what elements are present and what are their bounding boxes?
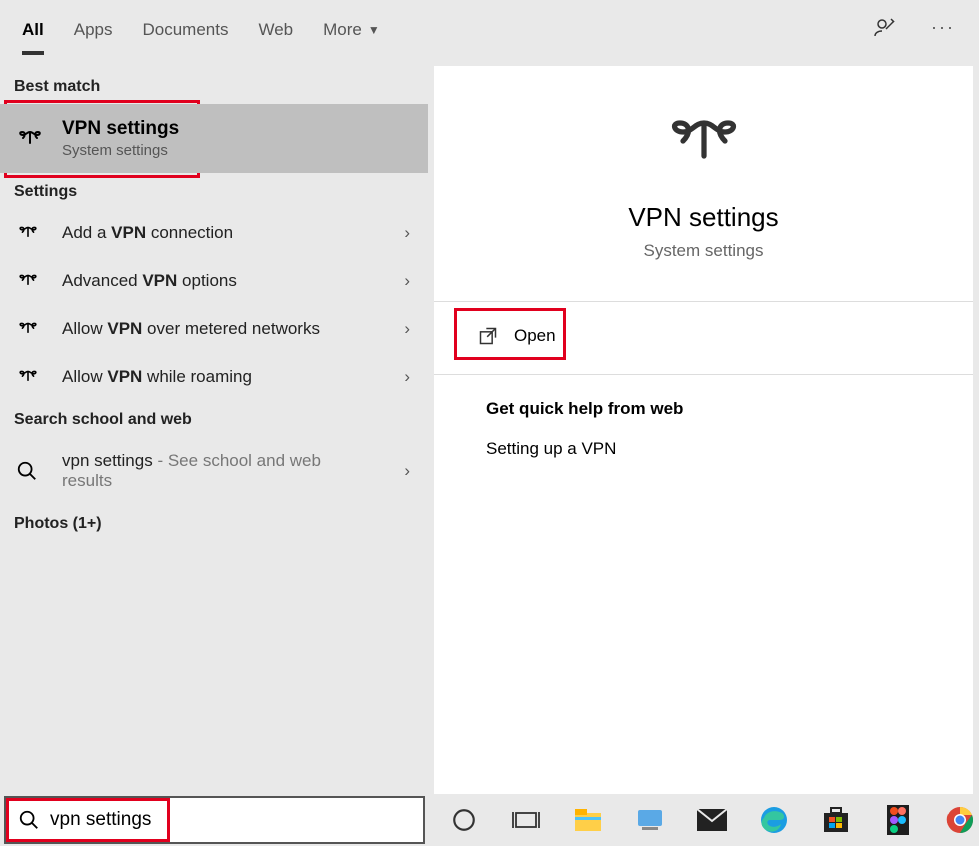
open-label: Open xyxy=(514,326,556,346)
more-options-icon[interactable]: ··· xyxy=(929,14,957,42)
preview-title: VPN settings xyxy=(628,202,778,233)
settings-item-roaming[interactable]: Allow VPN while roaming › xyxy=(0,353,428,401)
results-panel: Best match VPN settings System settings … xyxy=(0,56,428,794)
vpn-icon xyxy=(16,321,44,337)
section-settings: Settings xyxy=(0,173,428,209)
edge-icon[interactable] xyxy=(759,805,789,835)
open-icon xyxy=(478,326,498,346)
settings-item-advanced-options[interactable]: Advanced VPN options › xyxy=(0,257,428,305)
open-button[interactable]: Open xyxy=(454,310,580,362)
chevron-right-icon: › xyxy=(404,319,410,339)
task-view-icon[interactable] xyxy=(511,805,541,835)
settings-item-add-connection[interactable]: Add a VPN connection › xyxy=(0,209,428,257)
web-search-item[interactable]: vpn settings - See school and web result… xyxy=(0,437,428,505)
chevron-right-icon: › xyxy=(404,223,410,243)
cortana-icon[interactable] xyxy=(449,805,479,835)
chevron-right-icon: › xyxy=(404,461,410,481)
best-match-subtitle: System settings xyxy=(62,142,179,159)
file-explorer-icon[interactable] xyxy=(573,805,603,835)
search-icon xyxy=(18,809,40,831)
tab-apps[interactable]: Apps xyxy=(74,0,113,55)
microsoft-store-icon[interactable] xyxy=(821,805,851,835)
preview-subtitle: System settings xyxy=(644,241,764,261)
section-school-web: Search school and web xyxy=(0,401,428,437)
taskbar-search[interactable] xyxy=(4,796,425,844)
best-match-title: VPN settings xyxy=(62,118,179,140)
chevron-right-icon: › xyxy=(404,367,410,387)
filter-tabs: All Apps Documents Web More▼ ··· xyxy=(0,0,979,56)
chrome-icon[interactable] xyxy=(945,805,975,835)
mail-icon[interactable] xyxy=(697,805,727,835)
section-photos: Photos (1+) xyxy=(0,505,428,541)
section-best-match: Best match xyxy=(0,68,428,104)
tab-all[interactable]: All xyxy=(22,0,44,55)
chevron-right-icon: › xyxy=(404,271,410,291)
quick-help-header: Get quick help from web xyxy=(486,399,683,419)
taskbar xyxy=(0,794,979,846)
vpn-icon xyxy=(16,225,44,241)
app-icon-generic[interactable] xyxy=(635,805,665,835)
vpn-icon xyxy=(16,273,44,289)
vpn-icon-large xyxy=(662,114,746,174)
tab-more[interactable]: More▼ xyxy=(323,0,380,55)
tab-web[interactable]: Web xyxy=(258,0,293,55)
preview-panel: VPN settings System settings Open Get qu… xyxy=(434,66,973,794)
search-input[interactable] xyxy=(50,809,423,831)
vpn-icon xyxy=(16,369,44,385)
vpn-icon xyxy=(16,129,44,149)
tab-documents[interactable]: Documents xyxy=(142,0,228,55)
quick-help-link[interactable]: Setting up a VPN xyxy=(486,439,683,459)
settings-item-metered[interactable]: Allow VPN over metered networks › xyxy=(0,305,428,353)
figma-icon[interactable] xyxy=(883,805,913,835)
feedback-icon[interactable] xyxy=(871,14,899,42)
search-icon xyxy=(16,460,44,482)
best-match-result[interactable]: VPN settings System settings xyxy=(0,104,428,173)
chevron-down-icon: ▼ xyxy=(368,23,380,37)
